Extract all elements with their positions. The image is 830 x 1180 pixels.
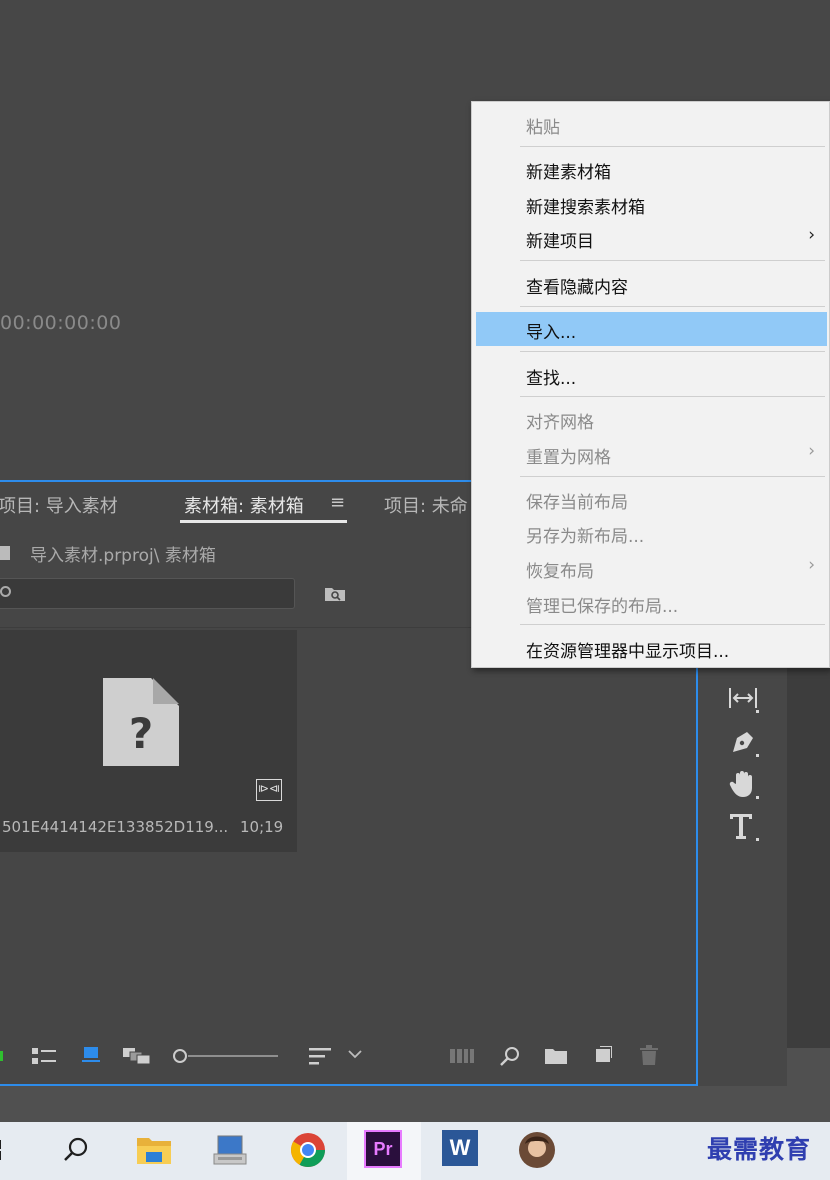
word-icon[interactable]: W (442, 1130, 478, 1166)
menu-item-new-bin[interactable]: 新建素材箱 (526, 158, 611, 183)
user-avatar-icon[interactable] (517, 1130, 557, 1170)
chevron-down-icon[interactable] (348, 1049, 362, 1059)
trash-icon[interactable] (640, 1045, 658, 1065)
icon-view-icon[interactable] (82, 1047, 100, 1063)
menu-separator (520, 306, 825, 307)
zoom-slider-track[interactable] (188, 1055, 278, 1057)
submenu-arrow-icon: › (808, 441, 815, 461)
automate-to-sequence-icon[interactable] (450, 1049, 474, 1063)
chrome-icon[interactable] (288, 1130, 328, 1170)
submenu-arrow-icon: › (808, 555, 815, 575)
menu-separator (520, 476, 825, 477)
menu-item-save-layout[interactable]: 保存当前布局 (526, 488, 628, 513)
context-menu: 粘贴 新建素材箱 新建搜索素材箱 新建项目 › 查看隐藏内容 导入... 查找.… (471, 101, 830, 668)
menu-separator (520, 624, 825, 625)
watermark-logo: 最需教育 (707, 1135, 812, 1164)
list-view-icon[interactable] (32, 1048, 56, 1064)
menu-item-reset-grid[interactable]: 重置为网格 (526, 443, 611, 468)
menu-separator (520, 260, 825, 261)
svg-text:?: ? (129, 709, 153, 758)
new-item-icon[interactable] (594, 1046, 612, 1064)
tab-project-untitled[interactable]: 项目: 未命 (384, 492, 468, 518)
menu-separator (520, 396, 825, 397)
slip-tool-icon[interactable] (727, 682, 759, 714)
menu-item-manage-layouts[interactable]: 管理已保存的布局... (526, 592, 678, 617)
search-icon (0, 586, 11, 597)
menu-item-restore-layout[interactable]: 恢复布局 (526, 557, 594, 582)
menu-item-align-grid[interactable]: 对齐网格 (526, 408, 594, 433)
unknown-file-icon: ? (103, 678, 179, 766)
new-search-bin-icon[interactable] (324, 585, 346, 602)
windows-start-icon[interactable] (0, 1130, 32, 1170)
menu-item-reveal-in-explorer[interactable]: 在资源管理器中显示项目... (526, 637, 729, 662)
sort-icon[interactable] (309, 1047, 331, 1065)
playhead-timecode[interactable]: 00:00:00:00 (0, 312, 121, 334)
breadcrumb: 导入素材.prproj\ 素材箱 (30, 546, 216, 566)
menu-separator (520, 351, 825, 352)
freeform-view-icon[interactable] (123, 1047, 151, 1065)
audio-waveform-icon: ⧐⧏ (256, 779, 282, 801)
menu-item-save-as-layout[interactable]: 另存为新布局... (526, 522, 644, 547)
active-tab-underline (180, 520, 347, 523)
status-bar (0, 1086, 830, 1122)
find-icon[interactable] (500, 1046, 520, 1066)
menu-item-view-hidden[interactable]: 查看隐藏内容 (526, 273, 628, 298)
hand-tool-icon[interactable] (727, 768, 759, 800)
timeline-panel-edge (787, 668, 830, 1048)
premiere-pro-icon[interactable]: Pr (364, 1130, 402, 1168)
menu-item-new-item[interactable]: 新建项目 (526, 227, 594, 252)
menu-item-paste[interactable]: 粘贴 (526, 113, 560, 138)
type-tool-icon[interactable] (727, 810, 759, 842)
pen-tool-icon[interactable] (727, 726, 759, 758)
menu-separator (520, 146, 825, 147)
menu-item-new-search-bin[interactable]: 新建搜索素材箱 (526, 193, 645, 218)
file-explorer-icon[interactable] (134, 1130, 174, 1170)
timeline-panel-footer (787, 1048, 830, 1086)
new-bin-icon[interactable] (545, 1047, 567, 1064)
search-icon[interactable] (56, 1130, 96, 1170)
clip-name[interactable]: 501E4414142E133852D119... (2, 818, 228, 836)
search-input[interactable] (0, 578, 295, 609)
tab-bin-active[interactable]: 素材箱: 素材箱 (184, 492, 304, 518)
tab-menu-icon[interactable]: ≡ (330, 492, 345, 513)
tab-project-import[interactable]: 项目: 导入素材 (0, 492, 118, 518)
clip-duration: 10;19 (240, 818, 284, 836)
zoom-slider-handle[interactable] (173, 1049, 187, 1063)
menu-item-find[interactable]: 查找... (526, 364, 576, 389)
submenu-arrow-icon: › (808, 225, 815, 245)
menu-item-import[interactable]: 导入... (526, 318, 576, 343)
bin-folder-icon (0, 546, 10, 560)
label-color-marker (0, 1051, 3, 1061)
network-computer-icon[interactable] (210, 1130, 250, 1170)
